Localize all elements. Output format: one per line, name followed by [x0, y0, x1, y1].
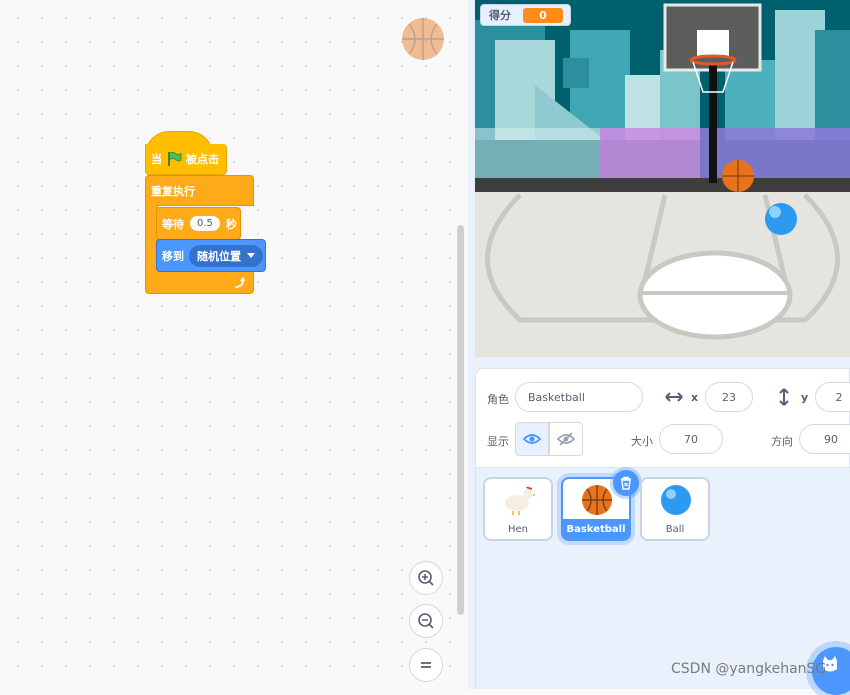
x-label: x [691, 391, 699, 404]
horizontal-arrows-icon [665, 392, 683, 402]
code-area[interactable] [0, 0, 468, 689]
sprite-tile-hen[interactable]: Hen [483, 477, 553, 541]
forever-block-bottom[interactable] [145, 271, 254, 294]
zoom-in-button[interactable] [409, 561, 443, 595]
wait-block[interactable]: 等待 0.5 秒 [156, 207, 241, 240]
sprite-tile-ball[interactable]: Ball [640, 477, 710, 541]
forever-block-top[interactable]: 重复执行 [145, 175, 254, 206]
basketball-icon [582, 485, 612, 515]
equals-icon [421, 662, 431, 668]
hen-icon [505, 486, 535, 515]
wait-label: 等待 [162, 217, 184, 231]
loop-arrow-icon [234, 277, 245, 288]
go-to-target-value: 随机位置 [197, 249, 241, 263]
score-label: 得分 [489, 9, 511, 22]
code-area-scrollbar[interactable] [457, 225, 464, 615]
score-value: 0 [523, 7, 563, 23]
seconds-unit-label: 秒 [225, 217, 237, 231]
zoom-reset-button[interactable] [409, 648, 443, 682]
sprite-name-basketball: Basketball [566, 524, 626, 535]
eye-slash-icon [557, 432, 575, 446]
direction-field[interactable]: 90 [799, 424, 850, 454]
vertical-arrows-icon [779, 388, 789, 406]
when-label: 当 [151, 153, 162, 166]
forever-label: 重复执行 [151, 184, 195, 198]
zoom-in-icon [418, 570, 434, 586]
y-field[interactable]: 2 [815, 382, 850, 412]
stage[interactable] [475, 0, 850, 357]
y-label: y [801, 391, 809, 404]
sprite-name-field[interactable] [515, 382, 643, 412]
show-sprite-button[interactable] [515, 422, 549, 456]
size-field[interactable]: 70 [659, 424, 723, 454]
eye-icon [523, 434, 541, 444]
trash-icon [621, 476, 631, 490]
show-label: 显示 [487, 435, 509, 448]
basketball-sprite-thumbnail [402, 18, 444, 60]
ball-icon [661, 485, 691, 515]
sprite-name-ball: Ball [665, 524, 685, 535]
go-to-block[interactable]: 移到 随机位置 [156, 239, 266, 272]
direction-label: 方向 [771, 435, 793, 448]
hide-sprite-button[interactable] [549, 422, 583, 456]
clicked-label: 被点击 [186, 153, 219, 166]
sprite-name-label: 角色 [487, 393, 509, 406]
wait-seconds-input[interactable]: 0.5 [190, 216, 220, 231]
zoom-out-button[interactable] [409, 604, 443, 638]
x-field[interactable]: 23 [705, 382, 753, 412]
dropdown-arrow-icon [247, 253, 255, 258]
delete-sprite-button[interactable] [613, 470, 639, 496]
zoom-out-icon [418, 613, 434, 629]
sprite-name-hen: Hen [507, 524, 528, 535]
when-flag-clicked-block[interactable]: 当 被点击 [145, 144, 227, 175]
green-flag-icon [168, 151, 182, 166]
watermark: CSDN @yangkehanSG [671, 661, 827, 677]
score-variable-monitor[interactable]: 得分 0 [480, 4, 571, 26]
size-label: 大小 [631, 435, 653, 448]
go-to-label: 移到 [162, 249, 184, 263]
go-to-target-dropdown[interactable]: 随机位置 [189, 244, 263, 267]
